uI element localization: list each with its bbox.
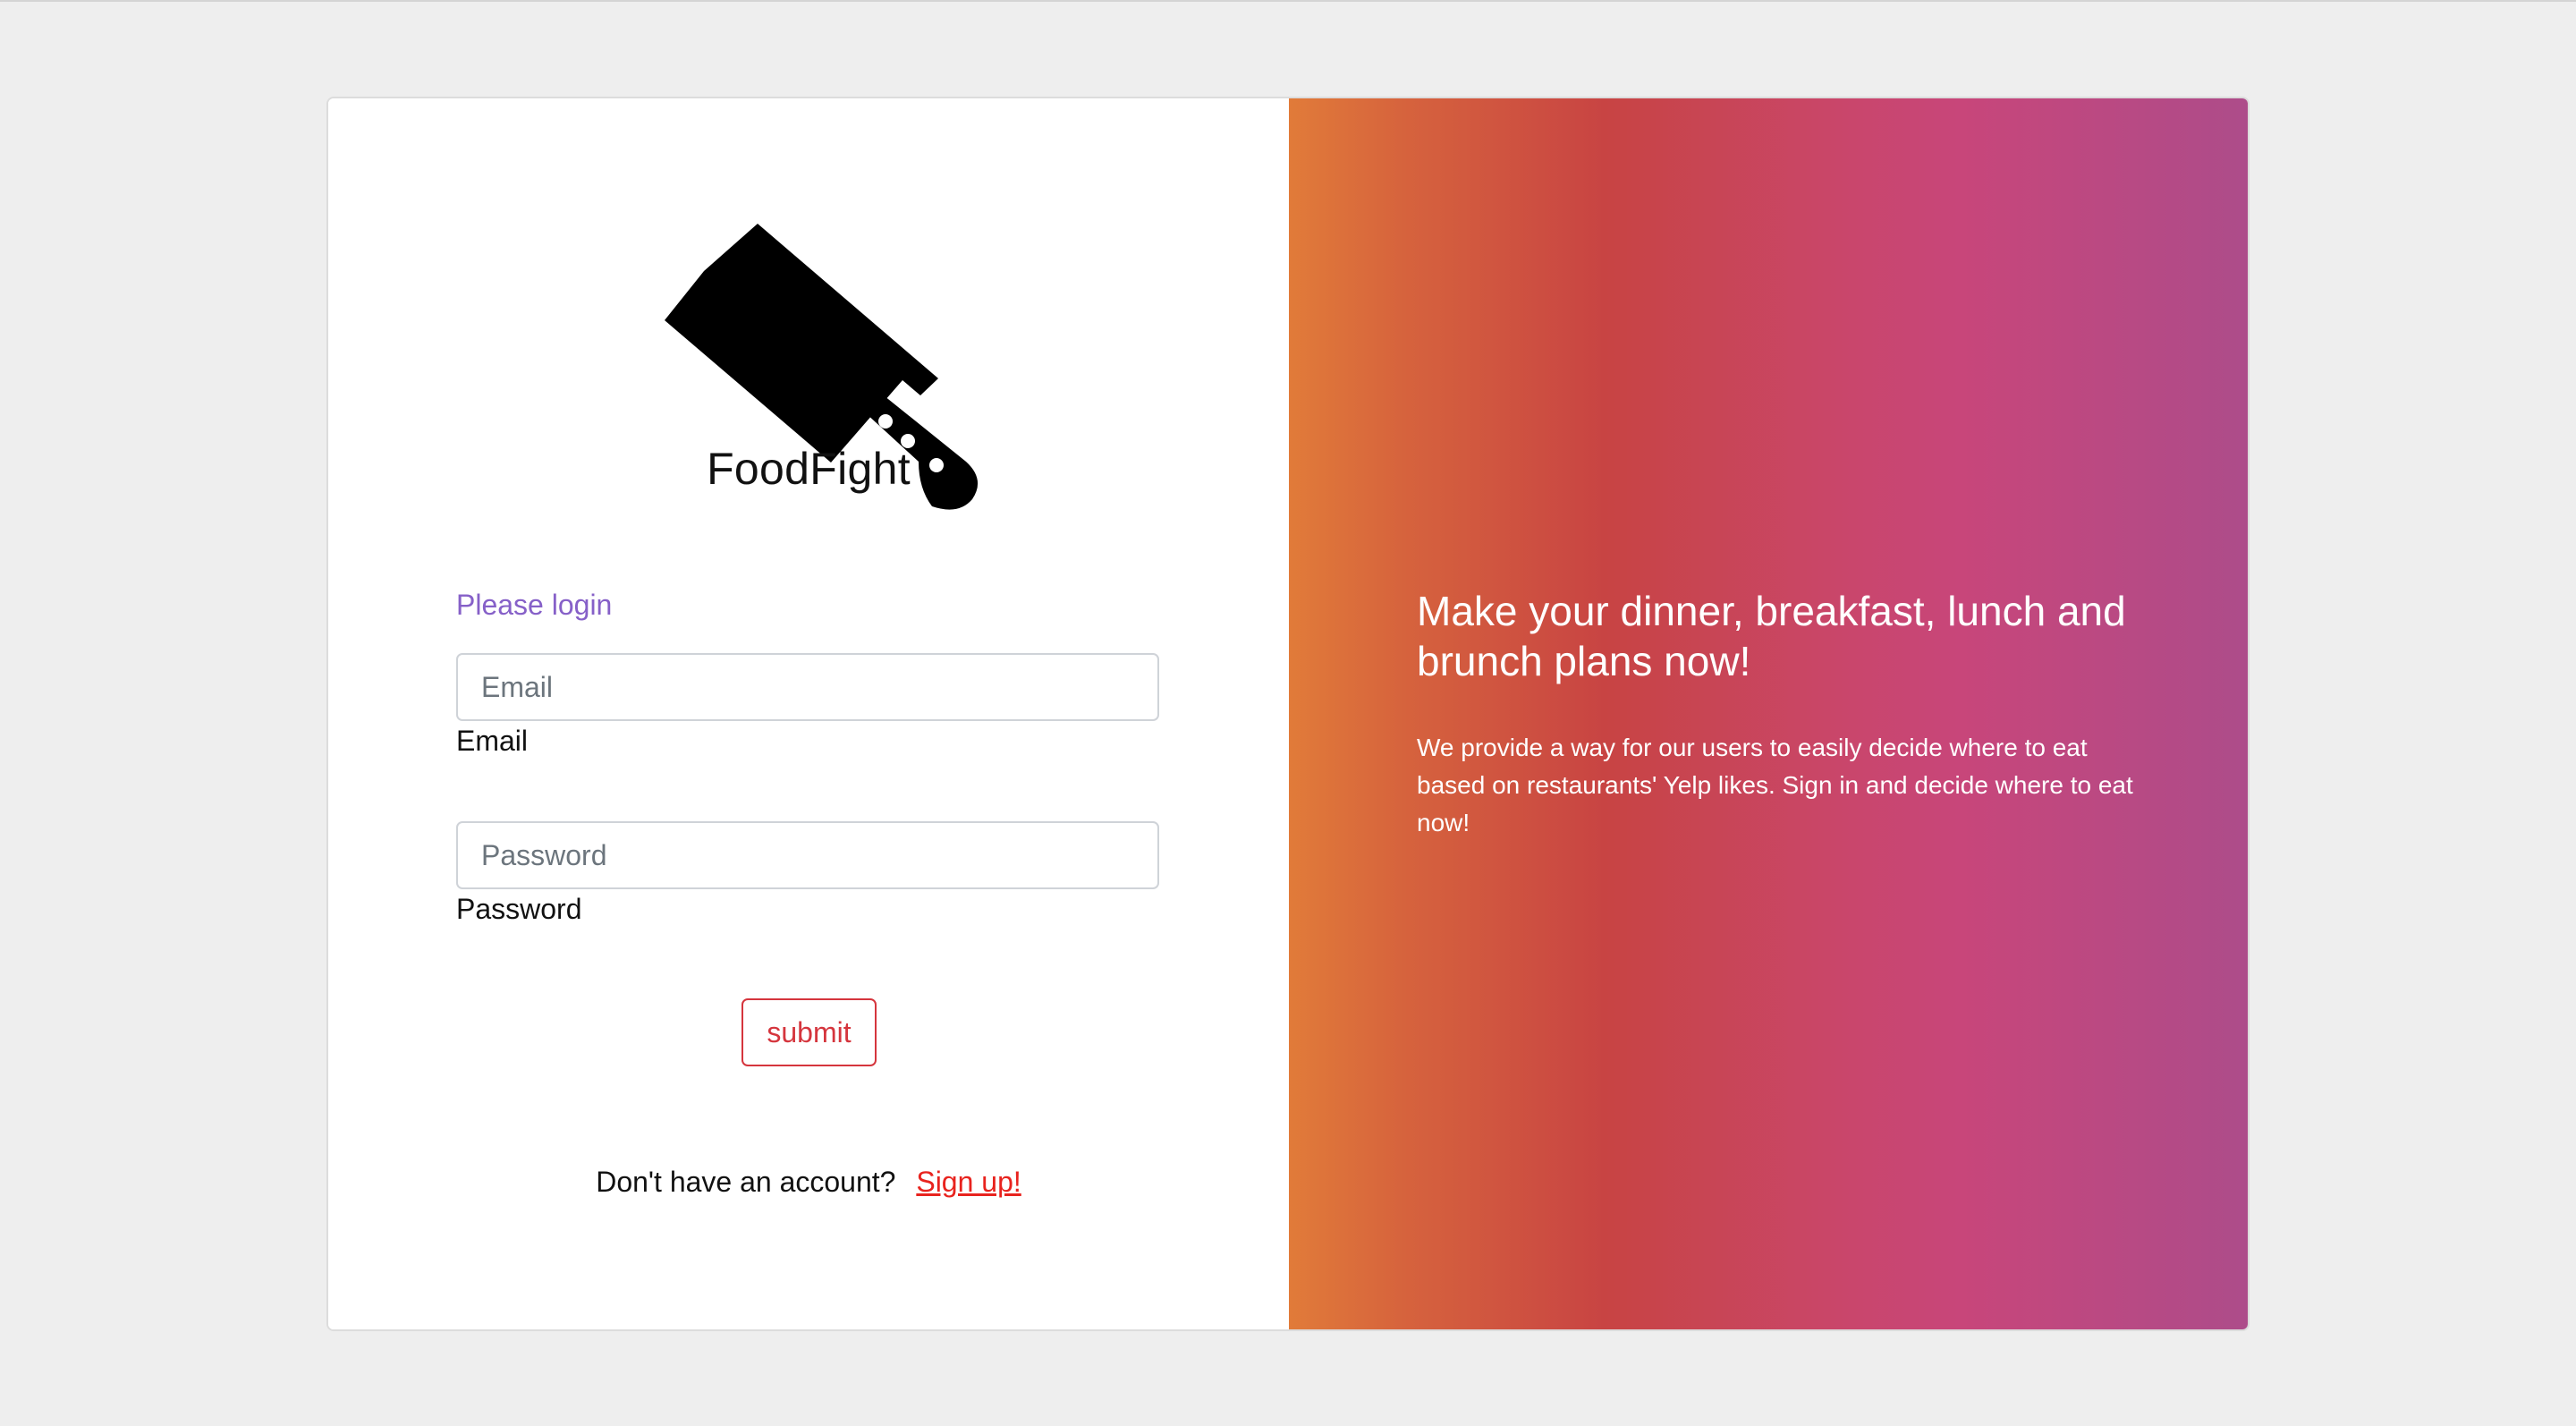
submit-button[interactable]: submit [741,998,877,1066]
password-label: Password [456,893,582,925]
email-label: Email [456,725,529,757]
login-heading: Please login [456,589,613,621]
signup-prompt: Don't have an account? [596,1166,896,1198]
promo-pane: Make your dinner, breakfast, lunch and b… [1289,98,2248,1329]
brand-name: FoodFight [707,444,911,494]
login-card: FoodFight Please login Email Password su… [326,97,2250,1331]
signup-row: Don't have an account? Sign up! [328,1166,1289,1199]
email-input[interactable] [456,653,1159,721]
promo-title: Make your dinner, breakfast, lunch and b… [1417,588,2126,684]
password-input[interactable] [456,821,1159,889]
signup-link[interactable]: Sign up! [916,1166,1021,1198]
promo-text: We provide a way for our users to easily… [1417,734,2133,836]
login-pane: FoodFight Please login Email Password su… [328,98,1289,1329]
